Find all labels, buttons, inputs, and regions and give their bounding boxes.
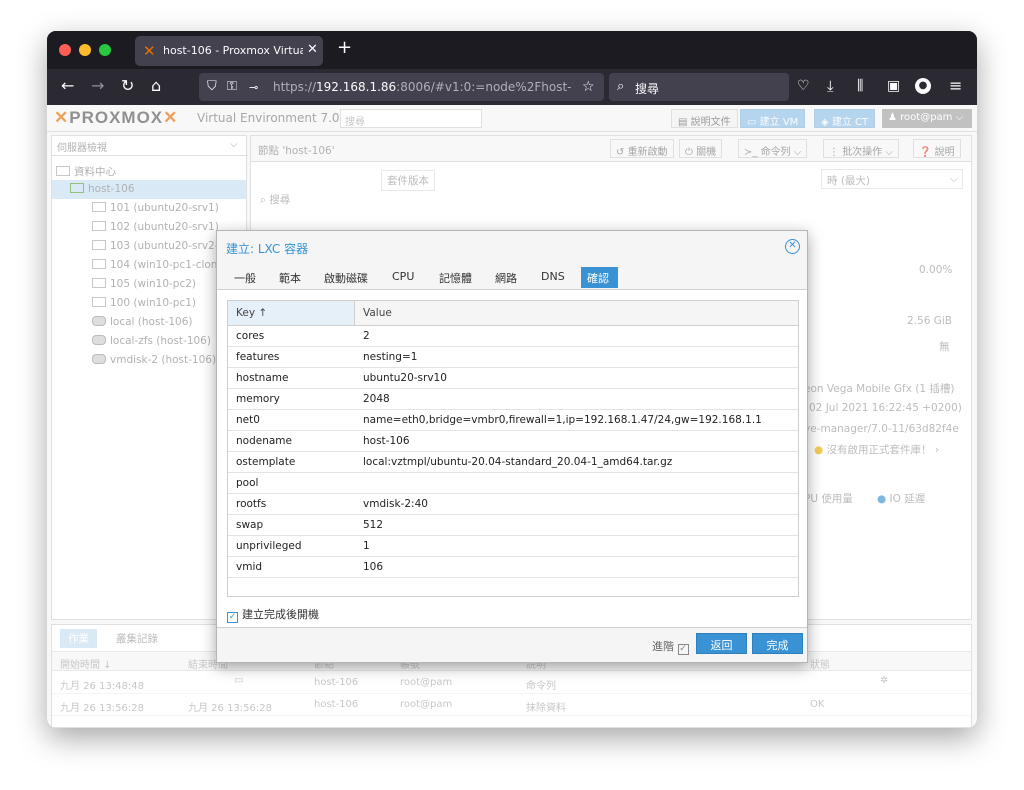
library-icon[interactable]: ⫼ xyxy=(857,78,863,94)
shield-icon[interactable]: ⛉ xyxy=(207,79,217,95)
key-icon[interactable]: ⊸ xyxy=(249,80,258,96)
row-value: vmdisk-2:40 xyxy=(363,498,428,510)
tab-template[interactable]: 範本 xyxy=(273,267,307,288)
search-bar-label: 搜尋 xyxy=(635,82,660,96)
row-value: host-106 xyxy=(363,435,410,447)
back-button[interactable]: 返回 xyxy=(696,633,747,654)
dialog-body: Key ↑ Value cores 2 features nesting=1 hos… xyxy=(217,289,807,627)
table-row[interactable]: swap 512 xyxy=(228,515,798,536)
table-row[interactable]: rootfs vmdisk-2:40 xyxy=(228,494,798,515)
minimize-window-button[interactable] xyxy=(79,44,91,56)
table-row[interactable]: unprivileged 1 xyxy=(228,536,798,557)
row-key: pool xyxy=(236,477,259,489)
dialog-footer: 進階 ✓ 返回 完成 xyxy=(217,627,807,662)
row-value: name=eth0,bridge=vmbr0,firewall=1,ip=192… xyxy=(363,414,762,426)
summary-grid-header: Key ↑ Value xyxy=(228,301,798,326)
row-key: unprivileged xyxy=(236,540,302,552)
new-tab-button[interactable]: + xyxy=(337,39,352,57)
row-value: 106 xyxy=(363,561,384,573)
menu-icon[interactable]: ≡ xyxy=(949,78,962,94)
home-icon[interactable]: ⌂ xyxy=(151,78,161,94)
insecure-lock-icon[interactable]: ⚿ xyxy=(227,79,237,95)
row-key: memory xyxy=(236,393,280,405)
checkbox-icon: ✓ xyxy=(677,644,689,655)
row-key: hostname xyxy=(236,372,289,384)
table-row[interactable]: features nesting=1 xyxy=(228,347,798,368)
browser-tab[interactable]: ✕ host-106 - Proxmox Virtual Envi ✕ xyxy=(135,36,323,66)
proxmox-favicon-icon: ✕ xyxy=(143,42,156,60)
row-value: ubuntu20-srv10 xyxy=(363,372,447,384)
row-key: vmid xyxy=(236,561,263,573)
zoom-window-button[interactable] xyxy=(99,44,111,56)
download-icon[interactable]: ⤓ xyxy=(827,78,834,94)
row-value: 1 xyxy=(363,540,370,552)
tab-memory[interactable]: 記憶體 xyxy=(433,267,478,288)
table-row[interactable]: vmid 106 xyxy=(228,557,798,578)
table-row[interactable]: ostemplate local:vztmpl/ubuntu-20.04-stan… xyxy=(228,452,798,473)
tab-confirm[interactable]: 確認 xyxy=(581,267,618,288)
proxmox-page: ✕PROXMOX✕ Virtual Environment 7.0-11 搜尋 … xyxy=(47,105,977,728)
row-key: features xyxy=(236,351,280,363)
checkmark-icon: ✓ xyxy=(227,612,238,623)
summary-grid: Key ↑ Value cores 2 features nesting=1 hos… xyxy=(227,300,799,597)
search-icon: ⌕ xyxy=(617,79,625,94)
sidebar-icon[interactable]: ▣ xyxy=(887,78,900,94)
back-arrow-icon[interactable]: ← xyxy=(61,78,74,94)
row-key: ostemplate xyxy=(236,456,296,468)
col-value[interactable]: Value xyxy=(363,307,392,319)
row-value: 512 xyxy=(363,519,384,531)
table-row[interactable]: memory 2048 xyxy=(228,389,798,410)
table-row[interactable]: cores 2 xyxy=(228,326,798,347)
table-row[interactable]: net0 name=eth0,bridge=vmbr0,firewall=1,ip… xyxy=(228,410,798,431)
tab-bar: ✕ host-106 - Proxmox Virtual Envi ✕ + xyxy=(47,31,977,69)
row-value: nesting=1 xyxy=(363,351,418,363)
tab-root-disk[interactable]: 啟動磁碟 xyxy=(318,267,374,288)
row-value: local:vztmpl/ubuntu-20.04-standard_20.04… xyxy=(363,456,673,468)
wizard-tabs: 一般 範本 啟動磁碟 CPU 記憶體 網路 DNS 確認 xyxy=(217,265,807,289)
row-key: net0 xyxy=(236,414,260,426)
table-row[interactable]: pool xyxy=(228,473,798,494)
pocket-icon[interactable]: ♡ xyxy=(797,78,810,94)
row-key: swap xyxy=(236,519,264,531)
tab-close-icon[interactable]: ✕ xyxy=(307,42,318,57)
tab-general[interactable]: 一般 xyxy=(228,267,262,288)
browser-window: ✕ host-106 - Proxmox Virtual Envi ✕ + ← … xyxy=(47,31,977,728)
close-window-button[interactable] xyxy=(59,44,71,56)
advanced-checkbox[interactable]: 進階 ✓ xyxy=(652,638,693,655)
search-bar[interactable]: ⌕ 搜尋 xyxy=(609,73,789,101)
nav-bar: ← → ↻ ⌂ ⛉ ⚿ ⊸ https://192.168.1.86:8006/… xyxy=(47,69,977,105)
bookmark-star-icon[interactable]: ☆ xyxy=(582,79,595,95)
tab-dns[interactable]: DNS xyxy=(535,267,571,288)
tab-cpu[interactable]: CPU xyxy=(386,267,420,288)
url-text: https://192.168.1.86:8006/#v1:0:=node%2F… xyxy=(273,80,573,94)
account-icon[interactable]: ● xyxy=(915,78,931,94)
row-key: rootfs xyxy=(236,498,267,510)
row-key: nodename xyxy=(236,435,292,447)
tab-network[interactable]: 網路 xyxy=(489,267,523,288)
row-value: 2 xyxy=(363,330,370,342)
tab-title: host-106 - Proxmox Virtual Envi xyxy=(163,44,303,57)
dialog-title: 建立: LXC 容器 xyxy=(226,242,309,256)
forward-arrow-icon[interactable]: → xyxy=(91,78,104,94)
start-after-create-checkbox[interactable]: ✓ 建立完成後開機 xyxy=(227,606,319,623)
url-bar[interactable]: ⛉ ⚿ ⊸ https://192.168.1.86:8006/#v1:0:=n… xyxy=(199,73,604,101)
table-row[interactable]: hostname ubuntu20-srv10 xyxy=(228,368,798,389)
col-key[interactable]: Key ↑ xyxy=(228,301,355,325)
create-lxc-dialog: 建立: LXC 容器 ✕ 一般 範本 啟動磁碟 CPU 記憶體 網路 DNS 確… xyxy=(216,230,808,663)
table-row[interactable]: nodename host-106 xyxy=(228,431,798,452)
row-key: cores xyxy=(236,330,265,342)
finish-button[interactable]: 完成 xyxy=(752,633,803,654)
reload-icon[interactable]: ↻ xyxy=(121,78,134,94)
close-icon[interactable]: ✕ xyxy=(785,239,800,254)
row-value: 2048 xyxy=(363,393,390,405)
